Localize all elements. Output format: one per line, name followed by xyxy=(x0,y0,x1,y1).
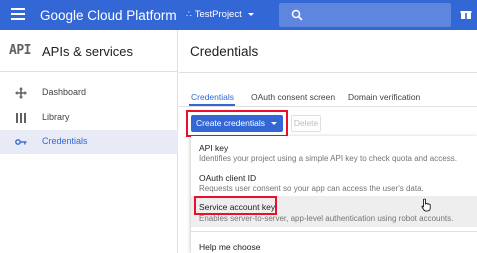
menu-divider xyxy=(191,231,477,232)
create-credentials-menu: API key Identifies your project using a … xyxy=(191,136,477,253)
menu-icon[interactable] xyxy=(11,8,25,20)
project-name: TestProject xyxy=(194,9,242,20)
page-title: Credentials xyxy=(190,44,259,59)
chevron-down-icon xyxy=(247,13,254,16)
menu-item-description: Requests user consent so your app can ac… xyxy=(199,184,424,193)
tabs-divider xyxy=(179,106,477,107)
search-icon xyxy=(291,9,303,21)
menu-item-title: OAuth client ID xyxy=(199,173,257,183)
sidebar: API APIs & services Dashboard Library Cr… xyxy=(0,30,178,253)
highlight-box-service-account-key xyxy=(194,196,277,215)
menu-item-title: API key xyxy=(199,143,229,153)
menu-item-oauth-client-id[interactable]: OAuth client ID Requests user consent so… xyxy=(191,166,477,196)
menu-item-help-me-choose[interactable]: Help me choose xyxy=(191,237,477,253)
menu-item-title: Help me choose xyxy=(199,242,261,252)
sidebar-item-label: Credentials xyxy=(42,136,88,146)
sidebar-item-dashboard[interactable]: Dashboard xyxy=(0,81,178,105)
divider xyxy=(179,72,477,73)
project-icon: ∴ xyxy=(186,9,192,19)
key-icon xyxy=(15,139,27,145)
sidebar-title: APIs & services xyxy=(42,44,134,59)
sidebar-item-label: Library xyxy=(42,112,70,122)
menu-item-description: Enables server-to-server, app-level auth… xyxy=(199,214,454,223)
hand-cursor-icon xyxy=(421,198,431,212)
sidebar-item-credentials[interactable]: Credentials xyxy=(0,130,178,154)
dashboard-icon xyxy=(15,87,27,99)
sidebar-item-label: Dashboard xyxy=(42,87,87,97)
tab-credentials[interactable]: Credentials xyxy=(191,92,234,102)
sidebar-item-library[interactable]: Library xyxy=(0,106,178,130)
brand-title[interactable]: Google Cloud Platform xyxy=(40,8,177,23)
sidebar-header: API APIs & services xyxy=(0,30,178,72)
api-logo: API xyxy=(9,43,31,58)
menu-item-api-key[interactable]: API key Identifies your project using a … xyxy=(191,136,477,166)
library-icon xyxy=(16,113,26,123)
tab-oauth-consent-screen[interactable]: OAuth consent screen xyxy=(251,92,335,102)
tab-domain-verification[interactable]: Domain verification xyxy=(348,92,420,102)
menu-item-description: Identifies your project using a simple A… xyxy=(199,154,457,163)
project-selector[interactable]: ∴ TestProject xyxy=(186,9,254,20)
highlight-box-create xyxy=(186,110,288,137)
gift-icon[interactable] xyxy=(460,8,472,20)
delete-button[interactable]: Delete xyxy=(291,115,321,132)
search-input[interactable] xyxy=(279,3,451,27)
top-bar: Google Cloud Platform ∴ TestProject xyxy=(0,0,477,30)
